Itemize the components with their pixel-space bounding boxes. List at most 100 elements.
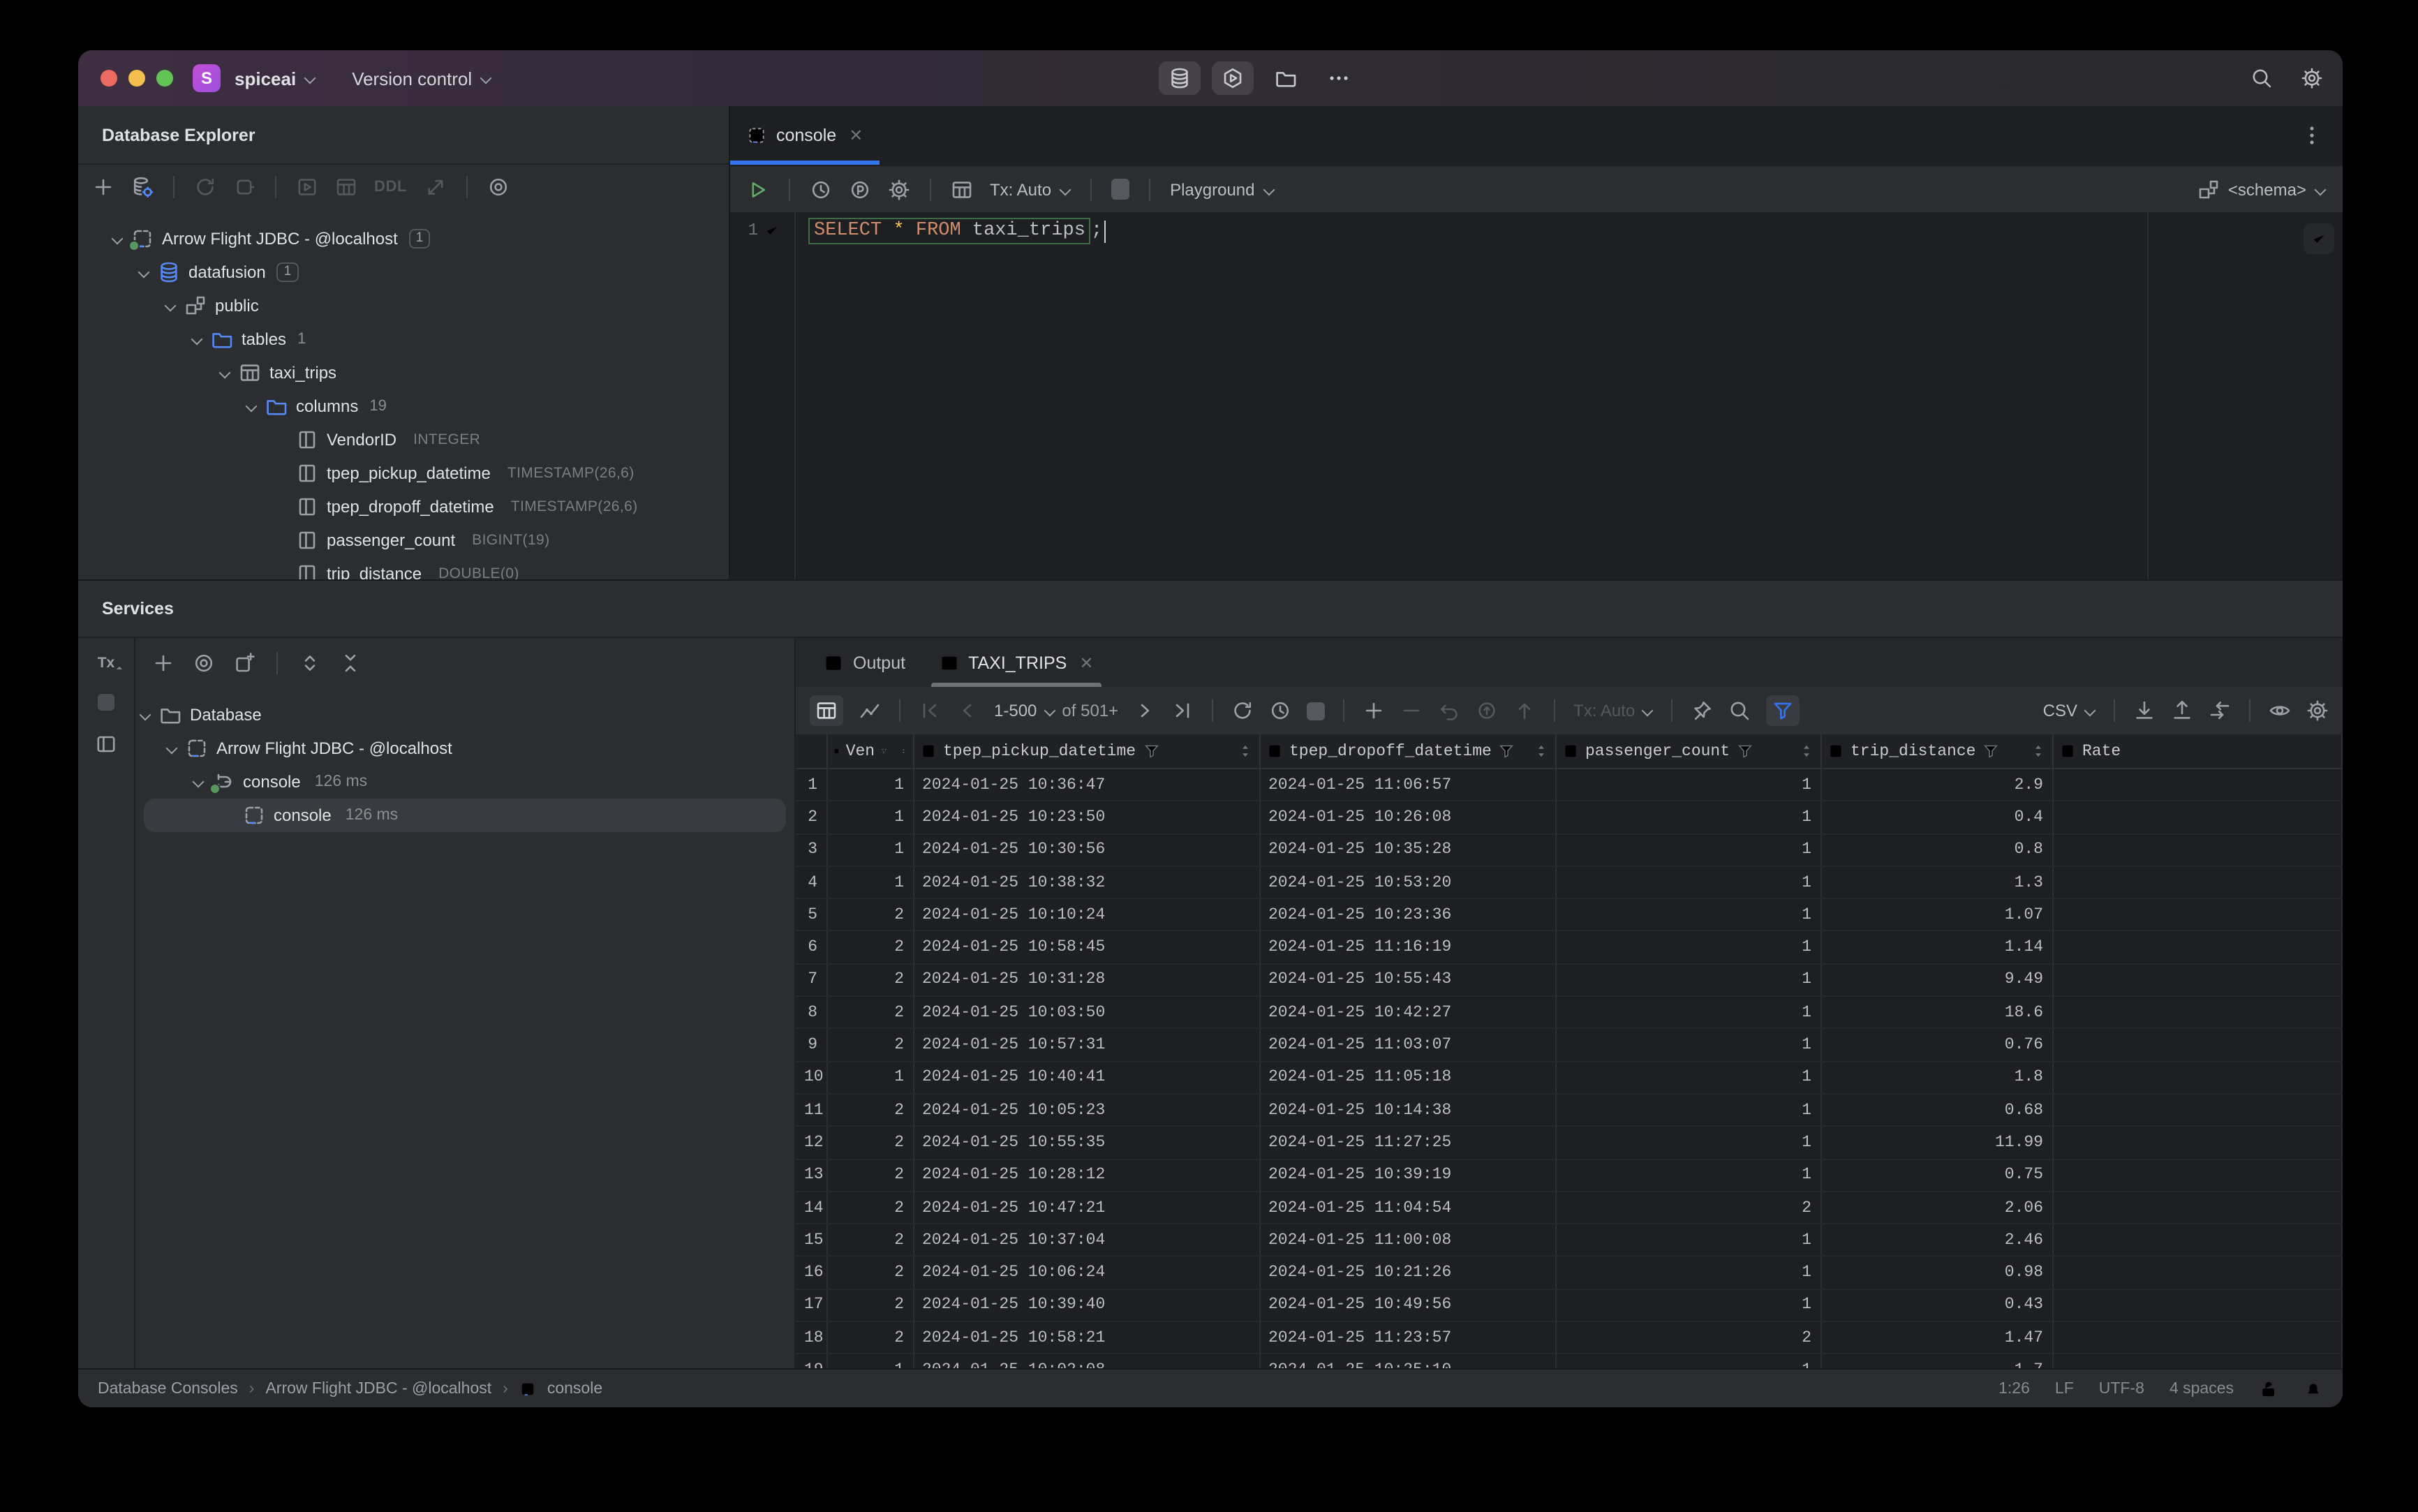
inspection-widget[interactable] — [2304, 223, 2334, 254]
pin-tab-icon[interactable] — [1691, 699, 1713, 722]
cell[interactable]: 2024-01-25 10:21:26 — [1259, 1256, 1556, 1290]
cell[interactable]: 2024-01-25 11:16:19 — [1259, 931, 1556, 965]
cell[interactable]: 1 — [1555, 1289, 1821, 1323]
sort-icon[interactable] — [1797, 743, 1814, 759]
cell[interactable]: 1 — [826, 769, 914, 802]
table-row[interactable]: 12 2 2024-01-25 10:55:35 2024-01-25 11:2… — [796, 1126, 2343, 1160]
table-row[interactable]: 13 2 2024-01-25 10:28:12 2024-01-25 10:3… — [796, 1159, 2343, 1192]
column-header-vendorid[interactable]: VendorID — [826, 734, 914, 769]
notifications-bell-icon[interactable] — [2304, 1379, 2323, 1398]
cell[interactable]: 2024-01-25 10:57:31 — [913, 1028, 1260, 1062]
cell[interactable]: 2024-01-25 10:30:56 — [913, 833, 1260, 867]
table-row[interactable]: 3 1 2024-01-25 10:30:56 2024-01-25 10:35… — [796, 833, 2343, 867]
cell[interactable]: 1 — [1555, 996, 1821, 1030]
unlocked-icon[interactable] — [2259, 1379, 2278, 1398]
table-row[interactable]: 2 1 2024-01-25 10:23:50 2024-01-25 10:26… — [796, 801, 2343, 835]
cursor-position[interactable]: 1:26 — [1998, 1380, 2030, 1397]
panel-layout-icon[interactable] — [95, 733, 117, 755]
cell[interactable]: 2024-01-25 11:00:08 — [1259, 1224, 1556, 1257]
tx-mode-select[interactable]: Tx: Auto — [990, 179, 1071, 199]
run-widget-button[interactable] — [1212, 61, 1254, 95]
sort-icon[interactable] — [900, 743, 907, 759]
tree-item-tables[interactable]: tables 1 — [78, 323, 729, 356]
cell[interactable]: 0.8 — [1820, 833, 2053, 867]
previous-page-icon[interactable] — [956, 699, 979, 722]
row-number[interactable]: 10 — [796, 1061, 827, 1095]
cell[interactable] — [2052, 1321, 2343, 1355]
cell[interactable]: 2024-01-25 10:31:28 — [913, 963, 1260, 998]
cell[interactable] — [2052, 1256, 2343, 1290]
cell[interactable]: 0.43 — [1820, 1289, 2053, 1323]
close-window-button[interactable] — [101, 70, 117, 87]
cell[interactable]: 2024-01-25 10:05:23 — [913, 1093, 1260, 1127]
cell[interactable]: 2024-01-25 11:04:54 — [1259, 1191, 1556, 1225]
grid-settings-icon[interactable] — [2306, 699, 2329, 722]
cell[interactable]: 0.75 — [1820, 1159, 2053, 1192]
add-datasource-icon[interactable] — [92, 175, 114, 198]
cell[interactable]: 2024-01-25 10:23:50 — [913, 801, 1260, 835]
compare-icon[interactable] — [2209, 699, 2231, 722]
cell[interactable]: 2 — [826, 1256, 914, 1290]
history-icon[interactable] — [810, 178, 832, 200]
cell[interactable]: 2024-01-25 11:03:07 — [1259, 1028, 1556, 1062]
tree-item-columns[interactable]: columns 19 — [78, 390, 729, 423]
cell[interactable]: 1 — [1555, 898, 1821, 932]
expand-all-icon[interactable] — [299, 651, 321, 674]
cell[interactable] — [2052, 963, 2343, 998]
run-icon[interactable] — [747, 178, 769, 200]
breadcrumb-item[interactable]: console — [547, 1380, 602, 1397]
vcs-selector[interactable]: Version control — [352, 68, 491, 89]
cell[interactable]: 2024-01-25 10:28:12 — [913, 1159, 1260, 1192]
revert-icon[interactable] — [1438, 699, 1460, 722]
cell[interactable]: 2.06 — [1820, 1191, 2053, 1225]
jump-to-ddl-icon[interactable] — [424, 175, 446, 198]
cell[interactable]: 2.9 — [1820, 769, 2053, 802]
import-upload-icon[interactable] — [2171, 699, 2193, 722]
cell[interactable]: 18.6 — [1820, 996, 2053, 1030]
view-options-icon[interactable] — [487, 175, 509, 198]
row-number[interactable]: 4 — [796, 866, 827, 900]
cell[interactable] — [2052, 1126, 2343, 1160]
cell[interactable]: 1 — [826, 1354, 914, 1368]
cell[interactable]: 2024-01-25 10:47:21 — [913, 1191, 1260, 1225]
table-row[interactable]: 6 2 2024-01-25 10:58:45 2024-01-25 11:16… — [796, 931, 2343, 965]
auto-refresh-icon[interactable] — [1269, 699, 1291, 722]
cell[interactable]: 2 — [1555, 1321, 1821, 1355]
cell[interactable]: 2 — [826, 1028, 914, 1062]
cell[interactable]: 2024-01-25 10:23:36 — [1259, 898, 1556, 932]
cell[interactable]: 2024-01-25 10:36:47 — [913, 769, 1260, 802]
cell[interactable]: 1 — [1555, 1126, 1821, 1160]
cell[interactable]: 2024-01-25 10:35:28 — [1259, 833, 1556, 867]
cell[interactable]: 1 — [826, 1061, 914, 1095]
cell[interactable]: 2024-01-25 10:39:40 — [913, 1289, 1260, 1323]
cell[interactable]: 1 — [1555, 1093, 1821, 1127]
service-item-console[interactable]: console 126 ms — [144, 799, 786, 832]
project-files-button[interactable] — [1265, 61, 1307, 95]
cell[interactable]: 0.98 — [1820, 1256, 2053, 1290]
chevron-down-icon[interactable] — [165, 300, 176, 311]
cell[interactable]: 1 — [1555, 931, 1821, 965]
tree-item-datasource[interactable]: Arrow Flight JDBC - @localhost 1 — [78, 222, 729, 255]
disconnect-icon[interactable] — [233, 175, 255, 198]
cell[interactable]: 1 — [826, 866, 914, 900]
cell[interactable]: 1.7 — [1820, 1354, 2053, 1368]
cell[interactable]: 1 — [1555, 1061, 1821, 1095]
more-actions-button[interactable] — [1318, 61, 1360, 95]
sort-icon[interactable] — [1532, 743, 1549, 759]
cell[interactable]: 2024-01-25 10:06:24 — [913, 1256, 1260, 1290]
cell[interactable] — [2052, 996, 2343, 1030]
row-number[interactable]: 14 — [796, 1191, 827, 1225]
filter-icon[interactable] — [881, 743, 887, 759]
cell[interactable]: 2024-01-25 10:26:08 — [1259, 801, 1556, 835]
database-tool-button[interactable] — [1159, 61, 1201, 95]
page-range-select[interactable]: 1-500 of 501+ — [994, 701, 1118, 720]
zoom-window-button[interactable] — [156, 70, 173, 87]
next-page-icon[interactable] — [1134, 699, 1156, 722]
table-row[interactable]: 17 2 2024-01-25 10:39:40 2024-01-25 10:4… — [796, 1289, 2343, 1323]
table-row[interactable]: 18 2 2024-01-25 10:58:21 2024-01-25 11:2… — [796, 1321, 2343, 1355]
row-number[interactable]: 11 — [796, 1093, 827, 1127]
cell[interactable] — [2052, 866, 2343, 900]
tree-item-column[interactable]: passenger_count BIGINT(19) — [78, 524, 729, 557]
minimize-window-button[interactable] — [128, 70, 145, 87]
cell[interactable]: 2024-01-25 10:03:50 — [913, 996, 1260, 1030]
